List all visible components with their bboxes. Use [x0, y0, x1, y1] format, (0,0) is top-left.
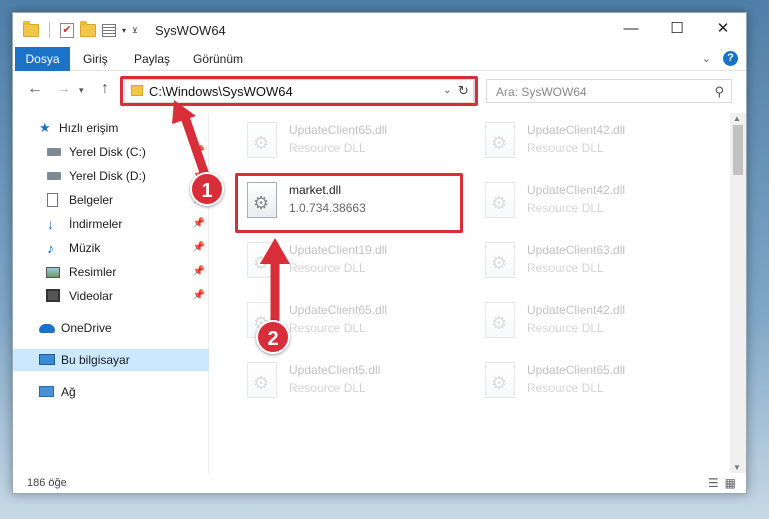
scroll-down-icon[interactable]: ▼	[733, 463, 741, 472]
sidebar-item-quick-access[interactable]: ★ Hızlı erişim	[13, 117, 209, 139]
list-item[interactable]: UpdateClient19.dll Resource DLL	[241, 237, 471, 287]
new-folder-icon[interactable]	[80, 20, 96, 37]
sidebar-item-music[interactable]: ♪ Müzik 📌	[13, 237, 209, 259]
expand-ribbon-icon[interactable]: ⌄	[702, 52, 711, 65]
item-count: 186 öğe	[27, 477, 67, 489]
sidebar-item-downloads[interactable]: ↓ İndirmeler 📌	[13, 213, 209, 235]
tab-share[interactable]: Paylaş	[134, 47, 170, 71]
ribbon-tabs: Dosya Giriş Paylaş Görünüm ⌄ ?	[13, 47, 746, 71]
tab-view[interactable]: Görünüm	[193, 47, 243, 71]
forward-button[interactable]: →	[55, 80, 71, 98]
list-item[interactable]: UpdateClient42.dll Resource DLL	[479, 177, 709, 227]
scrollbar-thumb[interactable]	[733, 125, 743, 175]
up-button[interactable]: ↑	[101, 80, 109, 98]
checkmark-icon[interactable]: ✔	[60, 22, 74, 38]
list-item[interactable]: UpdateClient65.dll Resource DLL	[241, 117, 471, 167]
window-controls: — ☐ ✕	[608, 13, 746, 45]
sidebar-item-local-disk-c[interactable]: Yerel Disk (C:) 📌	[13, 141, 209, 163]
list-item[interactable]: UpdateClient65.dll Resource DLL	[479, 357, 709, 407]
dll-file-icon	[485, 302, 515, 338]
folder-icon	[23, 20, 39, 37]
pin-icon[interactable]: 📌	[193, 213, 205, 235]
pin-icon[interactable]: 📌	[193, 141, 205, 163]
dll-file-icon	[485, 362, 515, 398]
pin-icon[interactable]: 📌	[193, 285, 205, 307]
properties-icon[interactable]	[102, 23, 116, 37]
cloud-icon	[39, 324, 55, 333]
view-buttons: ☰ ▦	[708, 476, 736, 490]
status-bar: 186 öğe ☰ ▦	[13, 473, 746, 494]
file-list: UpdateClient65.dll Resource DLL market.d…	[211, 113, 726, 473]
vertical-scrollbar[interactable]: ▲ ▼	[730, 113, 746, 473]
computer-icon	[39, 354, 55, 365]
dll-file-icon	[247, 122, 277, 158]
list-item[interactable]: UpdateClient63.dll Resource DLL	[479, 237, 709, 287]
recent-locations-icon[interactable]: ▾	[79, 85, 84, 96]
download-icon: ↓	[47, 216, 54, 232]
details-view-icon[interactable]: ☰	[708, 476, 719, 490]
dll-file-icon	[485, 122, 515, 158]
pin-icon[interactable]: 📌	[193, 261, 205, 283]
navigation-pane: ★ Hızlı erişim Yerel Disk (C:) 📌 Yerel D…	[13, 113, 209, 473]
minimize-button[interactable]: —	[608, 13, 654, 45]
step-badge-2: 2	[256, 320, 290, 354]
file-highlight	[235, 173, 463, 233]
list-item[interactable]: UpdateClient5.dll Resource DLL	[241, 357, 471, 407]
dll-file-icon	[247, 242, 277, 278]
pictures-icon	[46, 267, 60, 278]
list-item[interactable]: UpdateClient42.dll Resource DLL	[479, 297, 709, 347]
drive-icon	[47, 172, 61, 180]
search-input[interactable]: Ara: SysWOW64 ⚲	[486, 79, 732, 103]
help-icon[interactable]: ?	[723, 51, 738, 66]
quick-access-toolbar: ✔ ▾ ⊻	[23, 20, 138, 38]
music-icon: ♪	[47, 240, 54, 256]
sidebar-item-this-pc[interactable]: Bu bilgisayar	[13, 349, 209, 371]
sidebar-item-documents[interactable]: Belgeler 📌	[13, 189, 209, 211]
document-icon	[47, 193, 58, 207]
customize-toolbar-icon[interactable]: ⊻	[132, 26, 138, 35]
search-placeholder: Ara: SysWOW64	[496, 85, 587, 99]
list-item[interactable]: UpdateClient42.dll Resource DLL	[479, 117, 709, 167]
chevron-down-icon[interactable]: ▾	[122, 26, 126, 35]
step-badge-1: 1	[190, 172, 224, 206]
video-icon	[46, 289, 60, 302]
title-bar: ✔ ▾ ⊻ SysWOW64 — ☐ ✕	[13, 13, 746, 47]
back-button[interactable]: ←	[27, 80, 43, 98]
scroll-up-icon[interactable]: ▲	[733, 114, 741, 123]
sidebar-item-videos[interactable]: Videolar 📌	[13, 285, 209, 307]
tab-file[interactable]: Dosya	[15, 47, 70, 71]
separator	[49, 22, 50, 38]
ribbon-right: ⌄ ?	[702, 51, 738, 66]
star-icon: ★	[39, 120, 51, 135]
tiles-view-icon[interactable]: ▦	[725, 476, 736, 490]
dll-file-icon	[247, 362, 277, 398]
maximize-button[interactable]: ☐	[654, 13, 700, 45]
address-highlight	[120, 76, 478, 106]
network-icon	[39, 386, 54, 397]
pin-icon[interactable]: 📌	[193, 237, 205, 259]
sidebar-item-onedrive[interactable]: OneDrive	[13, 317, 209, 339]
close-button[interactable]: ✕	[700, 13, 746, 45]
window-title: SysWOW64	[155, 23, 226, 38]
tab-home[interactable]: Giriş	[83, 47, 108, 71]
drive-icon	[47, 148, 61, 156]
dll-file-icon	[485, 242, 515, 278]
sidebar-item-pictures[interactable]: Resimler 📌	[13, 261, 209, 283]
sidebar-item-local-disk-d[interactable]: Yerel Disk (D:) 📌	[13, 165, 209, 187]
dll-file-icon	[485, 182, 515, 218]
search-icon: ⚲	[714, 84, 724, 99]
explorer-window: ✔ ▾ ⊻ SysWOW64 — ☐ ✕ Dosya Giriş Paylaş …	[12, 12, 747, 494]
sidebar-item-network[interactable]: Ağ	[13, 381, 209, 403]
